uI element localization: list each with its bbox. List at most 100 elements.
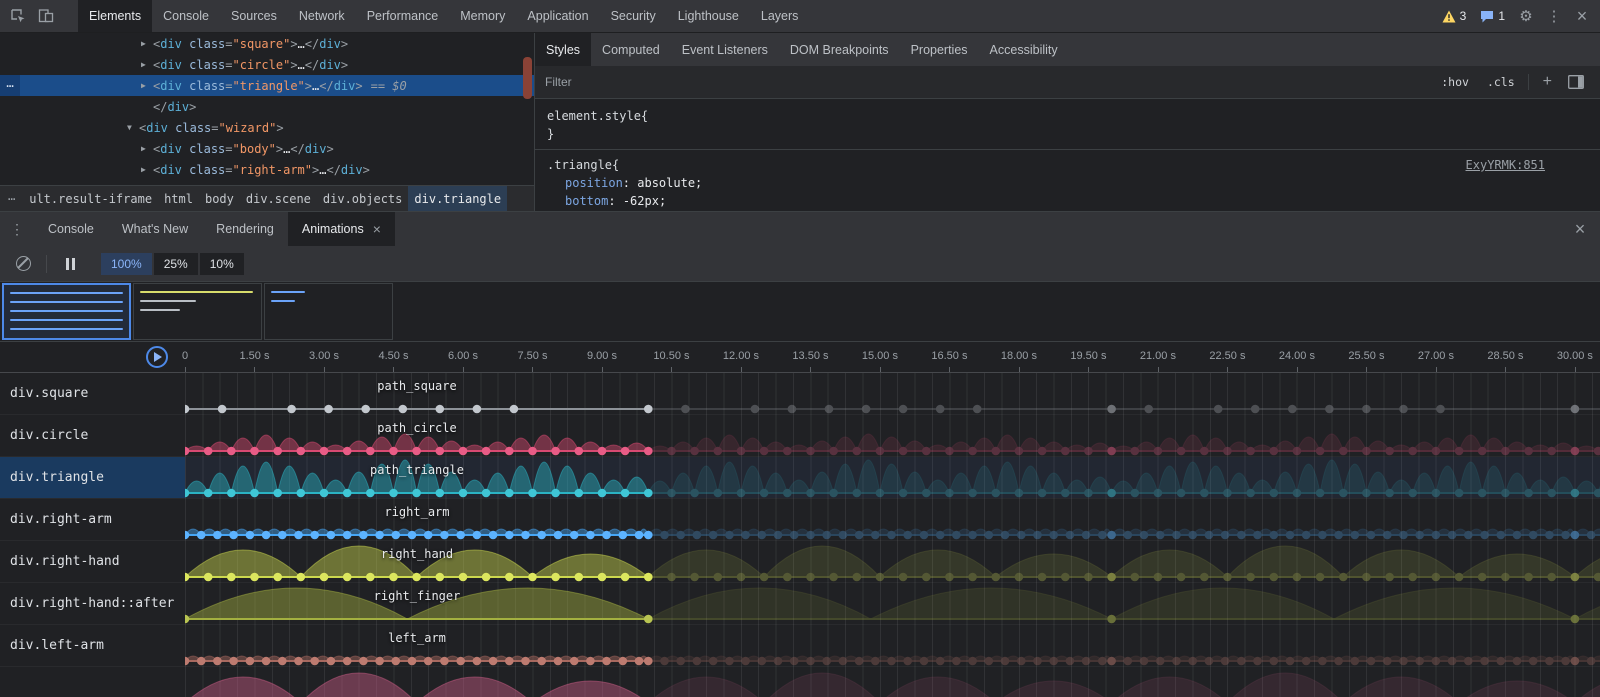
close-devtools-icon[interactable]: × — [1568, 3, 1596, 29]
more-options-kebab-icon[interactable]: ⋮ — [1540, 3, 1568, 29]
dom-tree-row[interactable]: ▶<div class="right-arm">…</div> — [0, 159, 534, 180]
chevron-right-icon[interactable]: ▶ — [141, 165, 146, 174]
css-property[interactable]: bottom: -62px; — [535, 192, 1600, 210]
drawer-tab-what-s-new[interactable]: What's New — [108, 212, 202, 246]
close-drawer-icon[interactable]: × — [1560, 212, 1600, 246]
keyframe-dot — [424, 657, 433, 666]
keyframe-dot — [903, 657, 912, 666]
tab-performance[interactable]: Performance — [356, 0, 450, 32]
styles-tab-properties[interactable]: Properties — [900, 33, 979, 66]
chevron-right-icon[interactable]: ▶ — [141, 60, 146, 69]
styles-tab-event-listeners[interactable]: Event Listeners — [671, 33, 779, 66]
styles-sidebar: StylesComputedEvent ListenersDOM Breakpo… — [535, 33, 1600, 211]
style-filter-input[interactable] — [545, 75, 1432, 89]
pseudo-state-toggle-hov[interactable]: :hov — [1432, 75, 1478, 89]
tab-memory[interactable]: Memory — [449, 0, 516, 32]
toggle-sidebar-icon[interactable] — [1562, 69, 1590, 95]
dom-tree-row[interactable]: ▶<div class="circle">…</div> — [0, 54, 534, 75]
breadcrumb-overflow-icon[interactable]: ⋯ — [0, 192, 23, 206]
track-element-label[interactable]: div.right-hand::after — [0, 583, 185, 624]
keyframe-dot — [1154, 489, 1163, 498]
track-element-label[interactable]: div.triangle — [0, 457, 185, 498]
ruler-tick — [1575, 367, 1576, 372]
scrollbar-marker[interactable] — [523, 57, 532, 99]
playback-rate-10[interactable]: 10% — [200, 253, 244, 275]
tab-lighthouse[interactable]: Lighthouse — [667, 0, 750, 32]
keyframe-dot — [1478, 489, 1487, 498]
keyframe-dot — [690, 573, 699, 582]
pause-button[interactable] — [55, 250, 85, 278]
dom-tree-row[interactable]: ▼<div class="wizard"> — [0, 117, 534, 138]
warnings-badge[interactable]: 3 — [1435, 9, 1474, 23]
drawer-tab-console[interactable]: Console — [34, 212, 108, 246]
preview-line — [10, 319, 123, 321]
drawer-menu-kebab-icon[interactable]: ⋮ — [0, 212, 34, 246]
playback-rate-100[interactable]: 100% — [101, 253, 152, 275]
styles-tab-accessibility[interactable]: Accessibility — [979, 33, 1069, 66]
breadcrumb-item-div-objects[interactable]: div.objects — [317, 186, 408, 211]
settings-gear-icon[interactable]: ⚙ — [1512, 3, 1540, 29]
tab-sources[interactable]: Sources — [220, 0, 288, 32]
drawer-tab-rendering[interactable]: Rendering — [202, 212, 288, 246]
dom-tree-row[interactable]: ▶<div class="body">…</div> — [0, 138, 534, 159]
replay-button[interactable] — [146, 346, 168, 368]
dom-tree-row[interactable]: ⋯▶<div class="triangle">…</div>== $0 — [0, 75, 534, 96]
playback-rate-25[interactable]: 25% — [154, 253, 198, 275]
keyframe-dot — [644, 489, 653, 498]
tab-console[interactable]: Console — [152, 0, 220, 32]
breadcrumb-item-html[interactable]: html — [158, 186, 199, 211]
keyframe-dot — [310, 657, 319, 666]
styles-tab-computed[interactable]: Computed — [591, 33, 671, 66]
css-rule-selector[interactable]: element.style { — [535, 107, 1600, 125]
inspect-element-icon[interactable] — [4, 3, 32, 29]
chevron-down-icon[interactable]: ▼ — [127, 123, 132, 132]
animation-group-preview-3[interactable] — [264, 283, 393, 340]
stylesheet-source-link[interactable]: ExyYRMK:851 — [1466, 156, 1545, 174]
device-toolbar-icon[interactable] — [32, 3, 60, 29]
css-rule-selector[interactable]: .triangle {ExyYRMK:851 — [535, 156, 1600, 174]
track-element-label[interactable]: div.right-arm — [0, 499, 185, 540]
breadcrumb-item-div-triangle[interactable]: div.triangle — [408, 186, 507, 211]
keyframe-dot — [1367, 531, 1376, 540]
styles-tab-dom-breakpoints[interactable]: DOM Breakpoints — [779, 33, 900, 66]
keyframe-dot — [1124, 657, 1133, 666]
keyframe-dot — [361, 405, 370, 414]
track-element-label[interactable]: div.circle — [0, 415, 185, 456]
track-element-label[interactable] — [0, 667, 185, 697]
chevron-right-icon[interactable]: ▶ — [141, 39, 146, 48]
animation-group-preview-2[interactable] — [133, 283, 262, 340]
keyframe-dot — [510, 405, 519, 414]
clear-all-button[interactable] — [8, 250, 38, 278]
keyframe-dot — [1561, 657, 1570, 666]
track-element-label[interactable]: div.square — [0, 373, 185, 414]
keyframe-dot — [273, 447, 282, 456]
messages-badge[interactable]: 1 — [1473, 9, 1512, 23]
drawer-tab-animations[interactable]: Animations× — [288, 212, 395, 246]
keyframes-track[interactable] — [185, 667, 1600, 697]
breadcrumb-item-body[interactable]: body — [199, 186, 240, 211]
ruler-label: 27.00 s — [1418, 350, 1454, 362]
styles-tab-styles[interactable]: Styles — [535, 33, 591, 66]
keyframe-dot — [690, 447, 699, 456]
css-property[interactable]: position: absolute; — [535, 174, 1600, 192]
dom-tree-row[interactable]: </div> — [0, 96, 534, 117]
keyframe-dot — [359, 657, 368, 666]
breadcrumb-item-ult-result-iframe[interactable]: ult.result-iframe — [23, 186, 158, 211]
tab-elements[interactable]: Elements — [78, 0, 152, 32]
track-element-label[interactable]: div.right-hand — [0, 541, 185, 582]
more-actions-icon[interactable]: ⋯ — [0, 75, 20, 96]
pseudo-state-toggle-cls[interactable]: .cls — [1478, 75, 1524, 89]
track-element-label[interactable]: div.left-arm — [0, 625, 185, 666]
tab-layers[interactable]: Layers — [750, 0, 810, 32]
keyframe-dot — [521, 657, 530, 666]
tab-network[interactable]: Network — [288, 0, 356, 32]
animation-group-preview-1[interactable] — [2, 283, 131, 340]
breadcrumb-item-div-scene[interactable]: div.scene — [240, 186, 317, 211]
dom-tree-row[interactable]: ▶<div class="square">…</div> — [0, 33, 534, 54]
new-style-rule-icon[interactable]: + — [1533, 73, 1562, 91]
close-tab-icon[interactable]: × — [373, 221, 381, 237]
tab-application[interactable]: Application — [516, 0, 599, 32]
chevron-right-icon[interactable]: ▶ — [141, 144, 146, 153]
tab-security[interactable]: Security — [600, 0, 667, 32]
chevron-right-icon[interactable]: ▶ — [141, 81, 146, 90]
